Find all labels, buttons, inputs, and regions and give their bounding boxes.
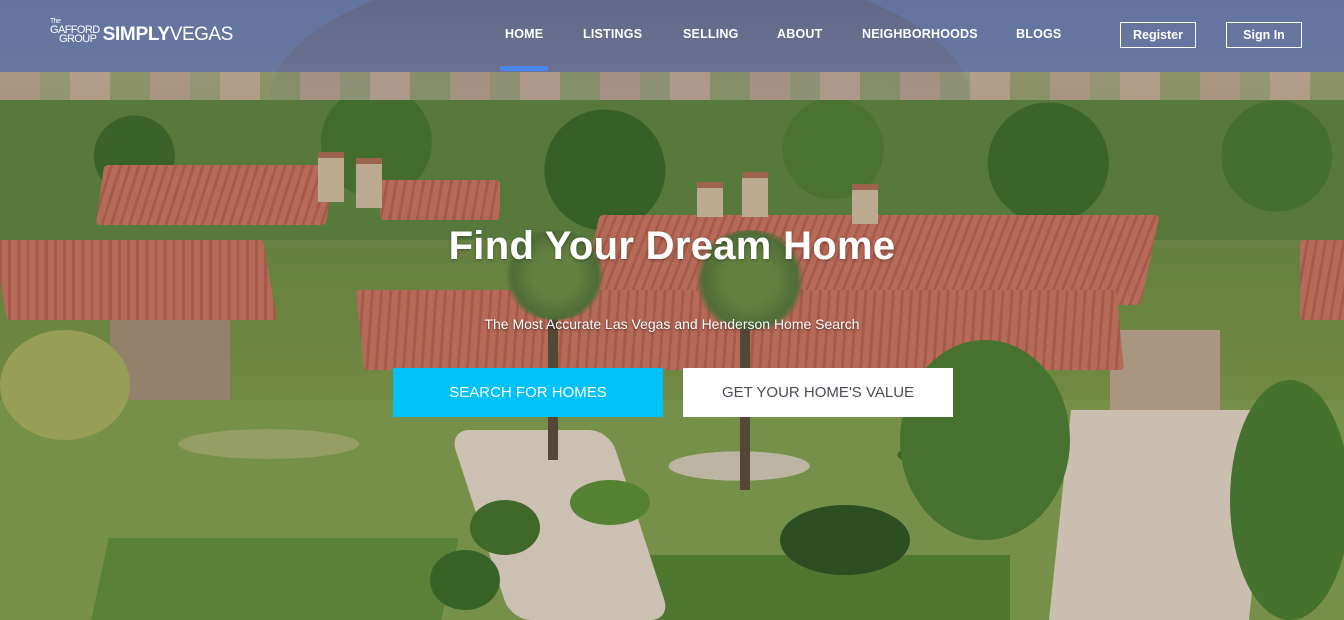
register-button[interactable]: Register [1120, 22, 1196, 48]
brand-logo[interactable]: The GAFFORD GROUP SIMPLYVEGAS [50, 18, 234, 45]
logo-group: GROUP [59, 33, 97, 45]
site-header: The GAFFORD GROUP SIMPLYVEGAS HOME LISTI… [0, 0, 1344, 72]
hero-title: Find Your Dream Home [448, 224, 896, 268]
photo-overlay [0, 0, 1344, 620]
active-nav-indicator [500, 66, 548, 71]
logo-gafford-group: The GAFFORD GROUP [50, 18, 100, 45]
logo-vegas: VEGAS [169, 24, 233, 45]
hero-background-image [0, 0, 1344, 620]
nav-item-home[interactable]: HOME [505, 27, 543, 41]
logo-simplyvegas: SIMPLYVEGAS [102, 24, 234, 45]
nav-item-neighborhoods[interactable]: NEIGHBORHOODS [862, 27, 978, 41]
nav-item-selling[interactable]: SELLING [683, 27, 739, 41]
sign-in-button[interactable]: Sign In [1226, 22, 1302, 48]
nav-item-blogs[interactable]: BLOGS [1016, 27, 1061, 41]
get-home-value-button[interactable]: GET YOUR HOME'S VALUE [683, 368, 953, 417]
nav-item-listings[interactable]: LISTINGS [583, 27, 642, 41]
logo-simply: SIMPLY [102, 24, 170, 45]
search-for-homes-button[interactable]: SEARCH FOR HOMES [393, 368, 663, 417]
hero-subtitle: The Most Accurate Las Vegas and Henderso… [484, 316, 860, 332]
nav-item-about[interactable]: ABOUT [777, 27, 822, 41]
